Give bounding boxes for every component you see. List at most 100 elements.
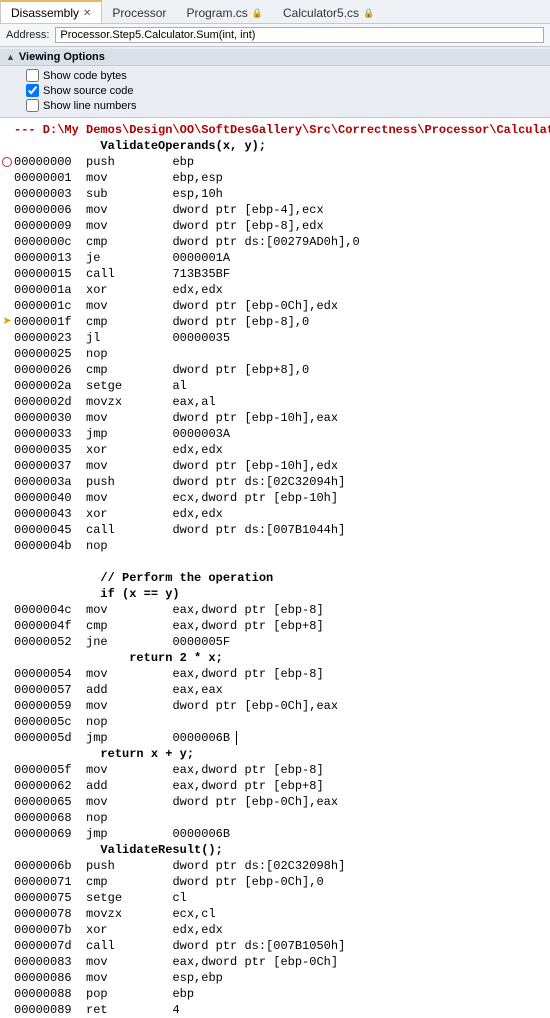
operands: 713B35BF bbox=[172, 266, 237, 282]
asm-line[interactable]: 00000035 xor edx,edx bbox=[0, 442, 550, 458]
asm-line[interactable]: 00000054 mov eax,dword ptr [ebp-8] bbox=[0, 666, 550, 682]
source-line[interactable]: return x + y; bbox=[0, 746, 550, 762]
operands: dword ptr [ebp-4],ecx bbox=[172, 202, 330, 218]
asm-line[interactable]: 0000006b push dword ptr ds:[02C32098h] bbox=[0, 858, 550, 874]
address: 00000043 bbox=[14, 506, 86, 522]
asm-line[interactable]: 00000026 cmp dword ptr [ebp+8],0 bbox=[0, 362, 550, 378]
address: 00000059 bbox=[14, 698, 86, 714]
source-line[interactable]: if (x == y) bbox=[0, 586, 550, 602]
asm-line[interactable]: 00000045 call dword ptr ds:[007B1044h] bbox=[0, 522, 550, 538]
tab-label: Program.cs bbox=[186, 6, 247, 20]
asm-line[interactable]: 0000004f cmp eax,dword ptr [ebp+8] bbox=[0, 618, 550, 634]
blank-line[interactable] bbox=[0, 554, 550, 570]
asm-line[interactable]: 00000075 setge cl bbox=[0, 890, 550, 906]
asm-line[interactable]: 0000007d call dword ptr ds:[007B1050h] bbox=[0, 938, 550, 954]
asm-line[interactable]: 00000062 add eax,dword ptr [ebp+8] bbox=[0, 778, 550, 794]
asm-line[interactable]: 00000071 cmp dword ptr [ebp-0Ch],0 bbox=[0, 874, 550, 890]
asm-line[interactable]: 0000005d jmp 0000006B bbox=[0, 730, 550, 746]
operands: 0000001A bbox=[172, 250, 237, 266]
tab-program-cs[interactable]: Program.cs🔒 bbox=[176, 1, 273, 23]
asm-line[interactable]: 0000003a push dword ptr ds:[02C32094h] bbox=[0, 474, 550, 490]
operands: eax,dword ptr [ebp-0Ch] bbox=[172, 954, 345, 970]
asm-line[interactable]: 0000002d movzx eax,al bbox=[0, 394, 550, 410]
mnemonic: mov bbox=[86, 794, 172, 810]
tab-label: Disassembly bbox=[11, 6, 79, 20]
source-line[interactable]: ValidateResult(); bbox=[0, 842, 550, 858]
asm-line[interactable]: 00000025 nop bbox=[0, 346, 550, 362]
operands bbox=[172, 538, 179, 554]
asm-line[interactable]: 0000004c mov eax,dword ptr [ebp-8] bbox=[0, 602, 550, 618]
asm-line[interactable]: 0000002a setge al bbox=[0, 378, 550, 394]
asm-line[interactable]: 0000004b nop bbox=[0, 538, 550, 554]
asm-line[interactable]: 00000083 mov eax,dword ptr [ebp-0Ch] bbox=[0, 954, 550, 970]
asm-line[interactable]: 00000037 mov dword ptr [ebp-10h],edx bbox=[0, 458, 550, 474]
operands: dword ptr ds:[00279AD0h],0 bbox=[172, 234, 366, 250]
mnemonic: jl bbox=[86, 330, 172, 346]
tab-disassembly[interactable]: Disassembly ✕ bbox=[0, 0, 102, 23]
address: 00000052 bbox=[14, 634, 86, 650]
mnemonic: xor bbox=[86, 442, 172, 458]
asm-line[interactable]: 00000068 nop bbox=[0, 810, 550, 826]
source-line[interactable]: // Perform the operation bbox=[0, 570, 550, 586]
source-line[interactable]: ValidateOperands(x, y); bbox=[0, 138, 550, 154]
address: 00000068 bbox=[14, 810, 86, 826]
mnemonic: je bbox=[86, 250, 172, 266]
current-line-arrow-icon: ➤ bbox=[2, 314, 11, 330]
breakpoint-icon[interactable] bbox=[2, 157, 12, 167]
address: 0000007d bbox=[14, 938, 86, 954]
asm-line[interactable]: 00000000 push ebp bbox=[0, 154, 550, 170]
asm-line[interactable]: 0000005f mov eax,dword ptr [ebp-8] bbox=[0, 762, 550, 778]
asm-line[interactable]: 00000069 jmp 0000006B bbox=[0, 826, 550, 842]
viewing-options-header[interactable]: ▲ Viewing Options bbox=[0, 49, 550, 66]
close-icon[interactable]: ✕ bbox=[83, 8, 91, 19]
asm-line[interactable]: 00000006 mov dword ptr [ebp-4],ecx bbox=[0, 202, 550, 218]
asm-line[interactable]: 0000007b xor edx,edx bbox=[0, 922, 550, 938]
mnemonic: cmp bbox=[86, 618, 172, 634]
checkbox[interactable] bbox=[26, 99, 39, 112]
asm-line[interactable]: 00000015 call 713B35BF bbox=[0, 266, 550, 282]
document-tabs: Disassembly ✕ ProcessorProgram.cs🔒Calculat… bbox=[0, 0, 550, 24]
operands: ebp bbox=[172, 154, 201, 170]
checkbox[interactable] bbox=[26, 84, 39, 97]
asm-line[interactable]: 00000003 sub esp,10h bbox=[0, 186, 550, 202]
mnemonic: mov bbox=[86, 666, 172, 682]
asm-line[interactable]: 00000057 add eax,eax bbox=[0, 682, 550, 698]
source-line[interactable]: return 2 * x; bbox=[0, 650, 550, 666]
asm-line[interactable]: 00000043 xor edx,edx bbox=[0, 506, 550, 522]
operands bbox=[172, 346, 179, 362]
asm-line[interactable]: 00000088 pop ebp bbox=[0, 986, 550, 1002]
asm-line[interactable]: 0000000c cmp dword ptr ds:[00279AD0h],0 bbox=[0, 234, 550, 250]
tab-processor[interactable]: Processor bbox=[102, 1, 176, 23]
operands bbox=[172, 714, 179, 730]
asm-line[interactable]: 00000078 movzx ecx,cl bbox=[0, 906, 550, 922]
asm-line[interactable]: 00000009 mov dword ptr [ebp-8],edx bbox=[0, 218, 550, 234]
address: 00000071 bbox=[14, 874, 86, 890]
address: 0000007b bbox=[14, 922, 86, 938]
mnemonic: movzx bbox=[86, 394, 172, 410]
asm-line[interactable]: 00000023 jl 00000035 bbox=[0, 330, 550, 346]
address: 0000004f bbox=[14, 618, 86, 634]
source-text: ValidateResult(); bbox=[14, 842, 223, 858]
disassembly-view[interactable]: --- D:\My Demos\Design\OO\SoftDesGallery… bbox=[0, 118, 550, 1018]
asm-line[interactable]: ➤0000001f cmp dword ptr [ebp-8],0 bbox=[0, 314, 550, 330]
asm-line[interactable]: 0000001a xor edx,edx bbox=[0, 282, 550, 298]
mnemonic: setge bbox=[86, 890, 172, 906]
mnemonic: nop bbox=[86, 538, 172, 554]
mnemonic: push bbox=[86, 858, 172, 874]
asm-line[interactable]: 00000059 mov dword ptr [ebp-0Ch],eax bbox=[0, 698, 550, 714]
asm-line[interactable]: 00000065 mov dword ptr [ebp-0Ch],eax bbox=[0, 794, 550, 810]
address-input[interactable] bbox=[55, 27, 544, 43]
asm-line[interactable]: 00000052 jne 0000005F bbox=[0, 634, 550, 650]
asm-line[interactable]: 0000005c nop bbox=[0, 714, 550, 730]
asm-line[interactable]: 00000030 mov dword ptr [ebp-10h],eax bbox=[0, 410, 550, 426]
asm-line[interactable]: 00000013 je 0000001A bbox=[0, 250, 550, 266]
asm-line[interactable]: 00000033 jmp 0000003A bbox=[0, 426, 550, 442]
operands: ecx,cl bbox=[172, 906, 222, 922]
checkbox[interactable] bbox=[26, 69, 39, 82]
asm-line[interactable]: 0000001c mov dword ptr [ebp-0Ch],edx bbox=[0, 298, 550, 314]
tab-calculator5-cs[interactable]: Calculator5.cs🔒 bbox=[273, 1, 384, 23]
asm-line[interactable]: 00000089 ret 4 bbox=[0, 1002, 550, 1018]
asm-line[interactable]: 00000001 mov ebp,esp bbox=[0, 170, 550, 186]
asm-line[interactable]: 00000086 mov esp,ebp bbox=[0, 970, 550, 986]
asm-line[interactable]: 00000040 mov ecx,dword ptr [ebp-10h] bbox=[0, 490, 550, 506]
